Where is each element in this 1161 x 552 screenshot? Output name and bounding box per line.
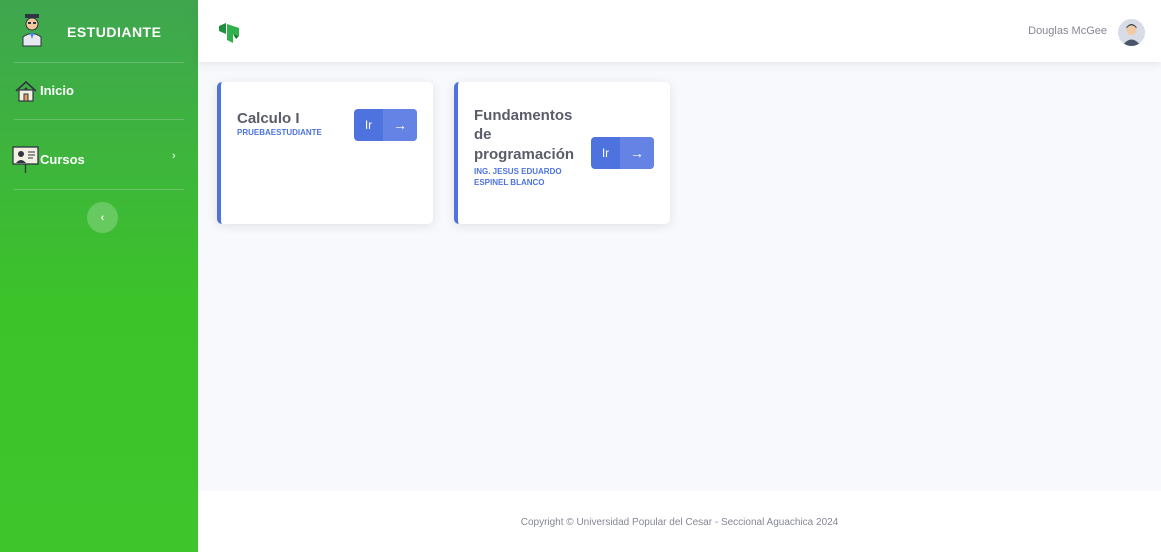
sidebar-divider xyxy=(14,119,184,120)
go-button-label: Ir xyxy=(364,118,373,132)
house-icon xyxy=(15,80,37,102)
chevron-left-icon: ‹ xyxy=(100,211,105,224)
avatar-image xyxy=(1118,19,1145,46)
sidebar-divider xyxy=(14,189,184,190)
chevron-right-icon[interactable]: › xyxy=(172,150,176,162)
go-button-label: Ir xyxy=(601,146,610,160)
brand-title: ESTUDIANTE xyxy=(67,24,162,40)
student-icon xyxy=(22,14,42,47)
course-title: Calculo I xyxy=(237,110,300,127)
copyright-text: Copyright © Universidad Popular del Cesa… xyxy=(520,517,839,528)
course-card: Fundamentos de programación ING. JESUS E… xyxy=(454,82,670,224)
teacher-board-icon xyxy=(12,146,39,173)
user-name[interactable]: Douglas McGee xyxy=(1028,25,1107,37)
arrow-right-icon: → xyxy=(383,109,417,141)
sidebar-toggle-button[interactable]: ‹ xyxy=(87,202,118,233)
sidebar: ESTUDIANTE Inicio Cursos › ‹ xyxy=(0,0,198,552)
course-teacher: PRUEBAESTUDIANTE xyxy=(237,128,322,137)
course-title-line: Fundamentos xyxy=(474,107,573,124)
go-course-button[interactable]: Ir → xyxy=(591,137,654,169)
footer: Copyright © Universidad Popular del Cesa… xyxy=(198,491,1161,552)
sidebar-brand[interactable]: ESTUDIANTE xyxy=(0,0,198,62)
course-teacher-line: ING. JESUS EDUARDO xyxy=(474,167,562,176)
topbar: Douglas McGee xyxy=(198,0,1161,62)
sidebar-item-cursos[interactable]: Cursos xyxy=(0,138,198,178)
sidebar-divider xyxy=(14,62,184,63)
course-card: Calculo I PRUEBAESTUDIANTE Ir → xyxy=(217,82,433,224)
course-teacher-line: ESPINEL BLANCO xyxy=(474,178,545,187)
sidebar-item-label: Cursos xyxy=(40,152,85,167)
arrow-right-icon: → xyxy=(620,137,654,169)
go-course-button[interactable]: Ir → xyxy=(354,109,417,141)
course-title-line: programación xyxy=(474,146,575,163)
university-logo[interactable] xyxy=(218,22,240,44)
sidebar-item-label: Inicio xyxy=(40,83,74,98)
user-avatar-icon[interactable] xyxy=(1118,19,1145,46)
sidebar-item-inicio[interactable]: Inicio xyxy=(0,72,198,112)
course-title-line: de xyxy=(474,126,492,143)
